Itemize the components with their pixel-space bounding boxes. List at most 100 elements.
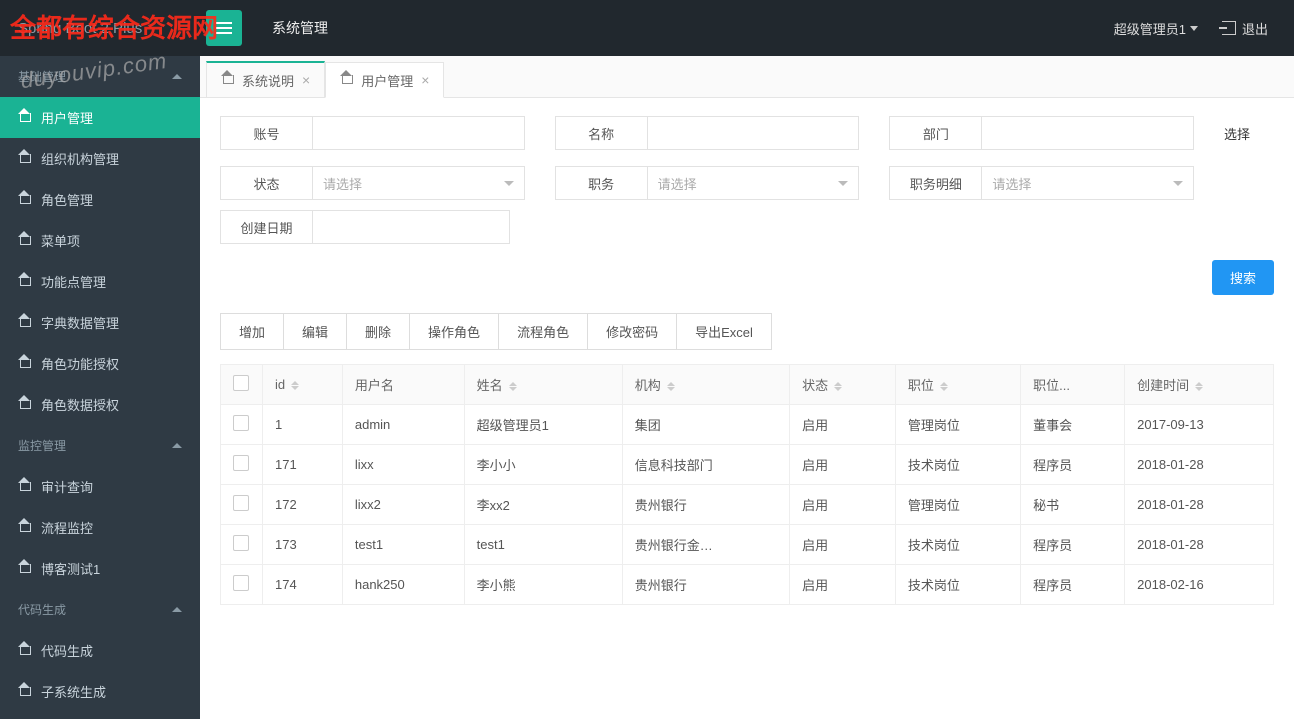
- house-icon: [18, 195, 31, 205]
- table-row[interactable]: 174hank250李小熊贵州银行启用技术岗位程序员2018-02-16: [221, 565, 1274, 605]
- close-icon[interactable]: ×: [302, 72, 310, 88]
- sidebar-group-codegen[interactable]: 代码生成: [0, 589, 200, 630]
- label-job: 职务: [555, 166, 647, 200]
- house-icon: [18, 154, 31, 164]
- input-create-date[interactable]: [312, 210, 510, 244]
- house-icon: [18, 277, 31, 287]
- sidebar-item-subsystem-gen[interactable]: 子系统生成: [0, 671, 200, 712]
- input-dept[interactable]: [981, 116, 1194, 150]
- checkbox-row[interactable]: [233, 455, 249, 471]
- delete-button[interactable]: 删除: [347, 313, 410, 350]
- user-dropdown[interactable]: 超级管理员1: [1114, 19, 1198, 38]
- sidebar-group-monitor[interactable]: 监控管理: [0, 425, 200, 466]
- sidebar-item-role-data-auth[interactable]: 角色数据授权: [0, 384, 200, 425]
- select-job[interactable]: 请选择: [647, 166, 860, 200]
- checkbox-row[interactable]: [233, 495, 249, 511]
- table-row[interactable]: 1admin超级管理员1集团启用管理岗位董事会2017-09-13: [221, 405, 1274, 445]
- user-table: id 用户名 姓名 机构 状态 职位 职位... 创建时间 1admin超级管理…: [220, 364, 1274, 605]
- house-icon: [18, 564, 31, 574]
- checkbox-all[interactable]: [233, 375, 249, 391]
- change-pwd-button[interactable]: 修改密码: [588, 313, 677, 350]
- logout-button[interactable]: 退出: [1222, 19, 1268, 38]
- col-pos[interactable]: 职位: [895, 365, 1020, 405]
- cell-status: 启用: [790, 405, 896, 445]
- chevron-up-icon: [172, 74, 182, 79]
- house-icon: [18, 400, 31, 410]
- col-org[interactable]: 机构: [622, 365, 789, 405]
- house-icon: [18, 523, 31, 533]
- tab-user-mgmt[interactable]: 用户管理 ×: [325, 62, 444, 98]
- field-name: 名称: [555, 116, 860, 150]
- cell-pos: 技术岗位: [895, 565, 1020, 605]
- col-create-time[interactable]: 创建时间: [1125, 365, 1274, 405]
- toolbar: 增加 编辑 删除 操作角色 流程角色 修改密码 导出Excel: [220, 313, 1274, 350]
- cell-posd: 程序员: [1021, 445, 1125, 485]
- house-icon: [221, 75, 234, 85]
- house-icon: [18, 482, 31, 492]
- checkbox-row[interactable]: [233, 575, 249, 591]
- add-button[interactable]: 增加: [220, 313, 284, 350]
- sidebar-item-menu-item[interactable]: 菜单项: [0, 220, 200, 261]
- sort-icon: [834, 382, 842, 391]
- cell-name: 李小小: [464, 445, 622, 485]
- logout-label: 退出: [1242, 19, 1268, 38]
- house-icon: [18, 113, 31, 123]
- cell-status: 启用: [790, 485, 896, 525]
- op-role-button[interactable]: 操作角色: [410, 313, 499, 350]
- col-status[interactable]: 状态: [790, 365, 896, 405]
- sidebar: 基础管理 用户管理 组织机构管理 角色管理 菜单项 功能点管理 字典数据管理 角…: [0, 56, 200, 719]
- sidebar-item-function-mgmt[interactable]: 功能点管理: [0, 261, 200, 302]
- col-id[interactable]: id: [263, 365, 343, 405]
- hamburger-icon: [216, 22, 232, 34]
- close-icon[interactable]: ×: [421, 72, 429, 88]
- input-name[interactable]: [647, 116, 860, 150]
- table-row[interactable]: 171lixx李小小信息科技部门启用技术岗位程序员2018-01-28: [221, 445, 1274, 485]
- col-name[interactable]: 姓名: [464, 365, 622, 405]
- sidebar-item-codegen[interactable]: 代码生成: [0, 630, 200, 671]
- cell-ct: 2018-01-28: [1125, 445, 1274, 485]
- col-posd[interactable]: 职位...: [1021, 365, 1125, 405]
- sort-icon: [1195, 382, 1203, 391]
- sidebar-item-audit[interactable]: 审计查询: [0, 466, 200, 507]
- edit-button[interactable]: 编辑: [284, 313, 347, 350]
- export-excel-button[interactable]: 导出Excel: [677, 313, 772, 350]
- table-row[interactable]: 172lixx2李xx2贵州银行启用管理岗位秘书2018-01-28: [221, 485, 1274, 525]
- sidebar-item-role-func-auth[interactable]: 角色功能授权: [0, 343, 200, 384]
- cell-org: 贵州银行: [622, 485, 789, 525]
- chevron-up-icon: [172, 443, 182, 448]
- select-status[interactable]: 请选择: [312, 166, 525, 200]
- field-status: 状态 请选择: [220, 166, 525, 200]
- sidebar-item-org-mgmt[interactable]: 组织机构管理: [0, 138, 200, 179]
- sidebar-item-user-mgmt[interactable]: 用户管理: [0, 97, 200, 138]
- cell-pos: 技术岗位: [895, 525, 1020, 565]
- cell-pos: 技术岗位: [895, 445, 1020, 485]
- cell-user: lixx2: [342, 485, 464, 525]
- cell-name: 李小熊: [464, 565, 622, 605]
- checkbox-row[interactable]: [233, 535, 249, 551]
- cell-pos: 管理岗位: [895, 405, 1020, 445]
- cell-posd: 程序员: [1021, 565, 1125, 605]
- flow-role-button[interactable]: 流程角色: [499, 313, 588, 350]
- sidebar-item-flow-monitor[interactable]: 流程监控: [0, 507, 200, 548]
- table-row[interactable]: 173test1test1贵州银行金…启用技术岗位程序员2018-01-28: [221, 525, 1274, 565]
- field-create-date: 创建日期: [220, 210, 510, 244]
- input-account[interactable]: [312, 116, 525, 150]
- cell-org: 贵州银行: [622, 565, 789, 605]
- sidebar-group-base[interactable]: 基础管理: [0, 56, 200, 97]
- field-dept: 部门: [889, 116, 1194, 150]
- cell-ct: 2018-01-28: [1125, 525, 1274, 565]
- col-username[interactable]: 用户名: [342, 365, 464, 405]
- chevron-down-icon: [504, 181, 514, 186]
- tab-system-desc[interactable]: 系统说明 ×: [206, 61, 325, 97]
- menu-toggle-button[interactable]: [206, 10, 242, 46]
- sidebar-item-role-mgmt[interactable]: 角色管理: [0, 179, 200, 220]
- house-icon: [18, 236, 31, 246]
- choose-link[interactable]: 选择: [1224, 124, 1274, 143]
- label-dept: 部门: [889, 116, 981, 150]
- sidebar-item-blog-test[interactable]: 博客测试1: [0, 548, 200, 589]
- sidebar-item-dict-mgmt[interactable]: 字典数据管理: [0, 302, 200, 343]
- cell-user: test1: [342, 525, 464, 565]
- select-job-detail[interactable]: 请选择: [981, 166, 1194, 200]
- search-button[interactable]: 搜索: [1212, 260, 1274, 295]
- checkbox-row[interactable]: [233, 415, 249, 431]
